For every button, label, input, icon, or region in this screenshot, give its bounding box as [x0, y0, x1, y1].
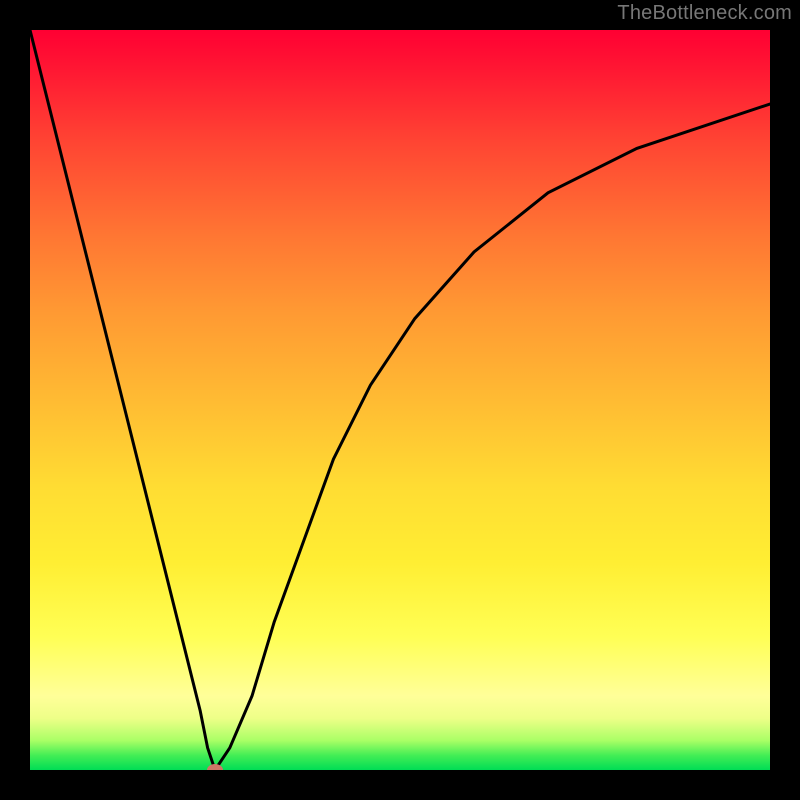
bottleneck-curve — [30, 30, 770, 770]
chart-frame: TheBottleneck.com — [0, 0, 800, 800]
optimal-point-marker — [207, 764, 223, 770]
plot-area — [30, 30, 770, 770]
attribution-text: TheBottleneck.com — [617, 2, 792, 25]
